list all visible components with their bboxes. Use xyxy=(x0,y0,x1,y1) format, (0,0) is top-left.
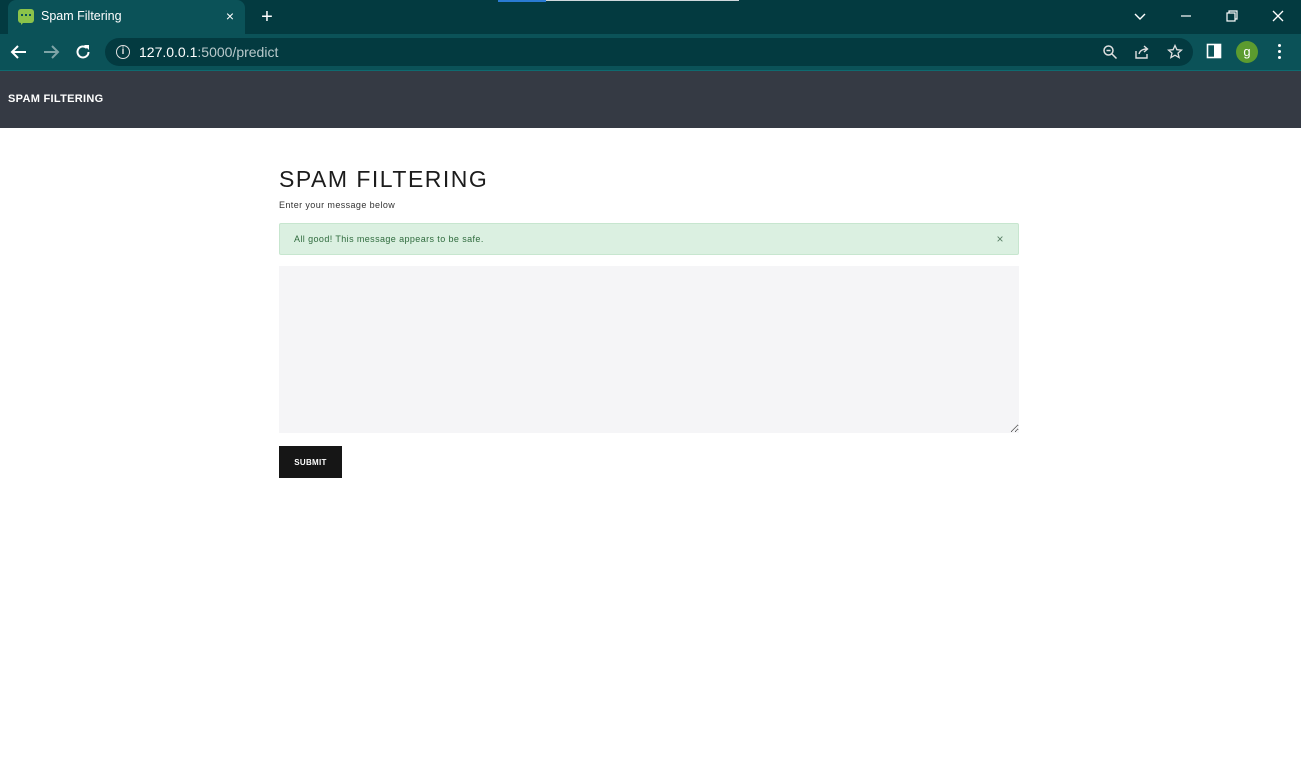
side-panel-icon[interactable] xyxy=(1206,43,1222,59)
page-subtitle: Enter your message below xyxy=(279,200,396,210)
profile-avatar[interactable]: g xyxy=(1236,41,1258,63)
close-window-icon[interactable] xyxy=(1267,6,1289,26)
share-icon[interactable] xyxy=(1133,43,1151,61)
message-textarea[interactable] xyxy=(279,266,1019,433)
success-alert: All good! This message appears to be saf… xyxy=(279,223,1019,255)
tab-close-icon[interactable]: × xyxy=(222,8,238,24)
minimize-icon[interactable] xyxy=(1175,6,1197,26)
kebab-menu-icon[interactable] xyxy=(1270,41,1288,63)
tab-title: Spam Filtering xyxy=(41,9,122,23)
submit-button[interactable]: SUBMIT xyxy=(279,446,342,478)
reload-icon[interactable] xyxy=(71,40,95,64)
site-navbar: SPAM FILTERING xyxy=(0,71,1301,128)
alert-message: All good! This message appears to be saf… xyxy=(294,234,484,244)
tab-search-chevron-icon[interactable] xyxy=(1129,6,1151,26)
bookmark-star-icon[interactable] xyxy=(1166,43,1184,61)
browser-titlebar: Spam Filtering × + xyxy=(0,0,1301,34)
url-text: 127.0.0.1:5000/predict xyxy=(139,44,279,60)
zoom-icon[interactable] xyxy=(1101,43,1119,61)
page-title: SPAM FILTERING xyxy=(279,166,489,192)
browser-tab[interactable]: Spam Filtering × xyxy=(8,0,245,34)
navbar-brand[interactable]: SPAM FILTERING xyxy=(8,93,103,105)
restore-icon[interactable] xyxy=(1221,6,1243,26)
tab-strip-indicator xyxy=(498,0,546,2)
chat-favicon-icon xyxy=(18,9,34,25)
tab-strip-line xyxy=(546,0,739,1)
address-bar[interactable]: i 127.0.0.1:5000/predict xyxy=(105,38,1193,66)
back-arrow-icon[interactable] xyxy=(7,40,31,64)
forward-arrow-icon[interactable] xyxy=(39,40,63,64)
new-tab-icon[interactable]: + xyxy=(258,7,276,27)
site-info-icon[interactable]: i xyxy=(116,45,130,59)
browser-toolbar: i 127.0.0.1:5000/predict g xyxy=(0,34,1301,70)
alert-close-icon[interactable]: × xyxy=(994,232,1006,246)
